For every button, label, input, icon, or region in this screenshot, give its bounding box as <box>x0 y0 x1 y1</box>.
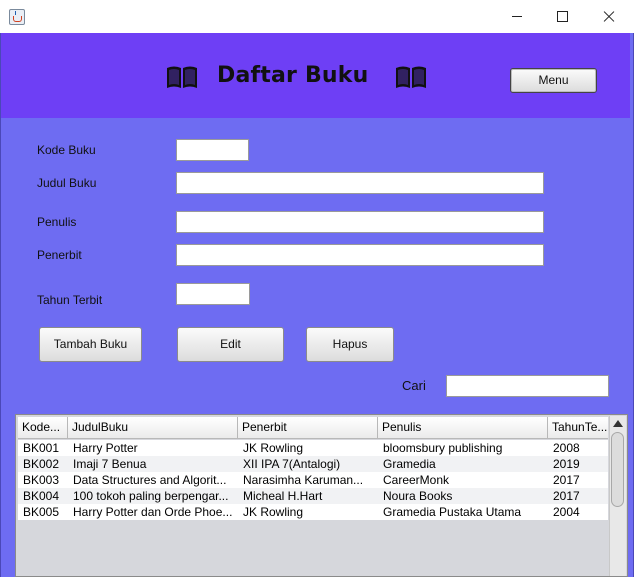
cell-penerbit: Narasimha Karuman... <box>243 473 364 487</box>
cell-tahun: 2017 <box>553 473 580 487</box>
minimize-icon[interactable] <box>494 0 540 33</box>
book-icon <box>167 66 197 88</box>
cell-judul: Data Structures and Algorit... <box>73 473 227 487</box>
cell-kode: BK003 <box>23 473 60 487</box>
books-table[interactable]: Kode... JudulBuku Penerbit Penulis Tahun… <box>15 414 628 577</box>
cell-penerbit: JK Rowling <box>243 505 304 519</box>
cell-penerbit: JK Rowling <box>243 441 304 455</box>
column-header-kode[interactable]: Kode... <box>18 417 68 438</box>
column-header-penerbit[interactable]: Penerbit <box>238 417 378 438</box>
search-input[interactable] <box>446 375 609 397</box>
cell-kode: BK004 <box>23 489 60 503</box>
kode-buku-label: Kode Buku <box>37 143 96 157</box>
cell-penulis: CareerMonk <box>383 473 450 487</box>
tahun-terbit-label: Tahun Terbit <box>37 293 103 307</box>
cell-penerbit: Micheal H.Hart <box>243 489 323 503</box>
book-icon <box>396 66 426 88</box>
tahun-terbit-field[interactable] <box>176 283 250 305</box>
tambah-buku-button[interactable]: Tambah Buku <box>39 327 142 362</box>
cell-judul: Harry Potter <box>73 441 138 455</box>
cell-judul: 100 tokoh paling berpengar... <box>73 489 229 503</box>
cell-judul: Imaji 7 Benua <box>73 457 147 471</box>
table-row[interactable]: BK002 Imaji 7 Benua XII IPA 7(Antalogi) … <box>18 456 608 472</box>
penulis-field[interactable] <box>176 211 544 233</box>
cell-tahun: 2004 <box>553 505 580 519</box>
cell-penulis: Gramedia Pustaka Utama <box>383 505 522 519</box>
cell-kode: BK001 <box>23 441 60 455</box>
penerbit-label: Penerbit <box>37 248 82 262</box>
column-header-tahun[interactable]: TahunTe... <box>548 417 608 438</box>
cell-tahun: 2019 <box>553 457 580 471</box>
java-icon <box>9 9 25 25</box>
cell-kode: BK005 <box>23 505 60 519</box>
penulis-label: Penulis <box>37 215 77 229</box>
table-row[interactable]: BK003 Data Structures and Algorit... Nar… <box>18 472 608 488</box>
table-row[interactable]: BK001 Harry Potter JK Rowling bloomsbury… <box>18 440 608 456</box>
column-header-judul[interactable]: JudulBuku <box>68 417 238 438</box>
table-row[interactable]: BK004 100 tokoh paling berpengar... Mich… <box>18 488 608 504</box>
column-header-penulis[interactable]: Penulis <box>378 417 548 438</box>
page-title: Daftar Buku <box>217 63 369 88</box>
hapus-button[interactable]: Hapus <box>306 327 394 362</box>
menu-button[interactable]: Menu <box>510 68 597 93</box>
judul-buku-label: Judul Buku <box>37 176 97 190</box>
scrollbar-thumb[interactable] <box>611 432 624 507</box>
cell-penerbit: XII IPA 7(Antalogi) <box>243 457 341 471</box>
cell-tahun: 2017 <box>553 489 580 503</box>
table-header: Kode... JudulBuku Penerbit Penulis Tahun… <box>18 417 608 439</box>
maximize-icon[interactable] <box>540 0 586 33</box>
cell-tahun: 2008 <box>553 441 580 455</box>
cell-judul: Harry Potter dan Orde Phoe... <box>73 505 233 519</box>
judul-buku-field[interactable] <box>176 172 544 194</box>
title-bar <box>0 0 634 33</box>
penerbit-field[interactable] <box>176 244 544 266</box>
table-row[interactable]: BK005 Harry Potter dan Orde Phoe... JK R… <box>18 504 608 520</box>
cell-kode: BK002 <box>23 457 60 471</box>
vertical-scrollbar[interactable] <box>609 416 626 576</box>
edit-button[interactable]: Edit <box>177 327 284 362</box>
close-icon[interactable] <box>586 0 632 33</box>
cell-penulis: bloomsbury publishing <box>383 441 503 455</box>
cari-label: Cari <box>402 378 426 393</box>
cell-penulis: Gramedia <box>383 457 436 471</box>
cell-penulis: Noura Books <box>383 489 453 503</box>
kode-buku-field[interactable] <box>176 139 249 161</box>
scroll-up-icon[interactable] <box>613 420 623 427</box>
